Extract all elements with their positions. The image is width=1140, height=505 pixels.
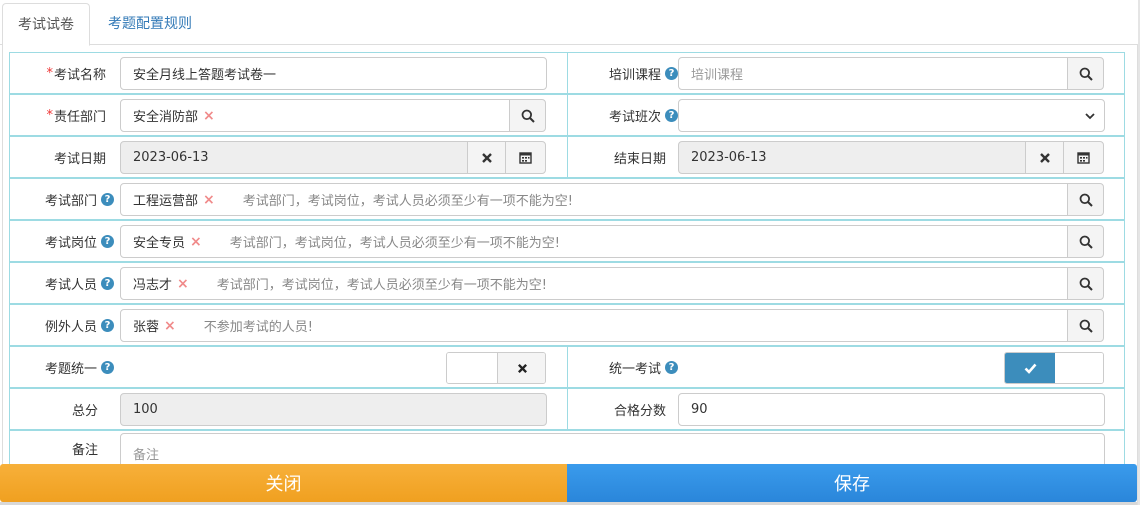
form-row: 考试日期 2023-06-13 结束日期 2023-06-13 — [9, 136, 1125, 178]
exam-date-label: 考试日期 — [53, 151, 106, 167]
search-icon — [1079, 67, 1093, 81]
question-circle-icon[interactable]: ? — [101, 276, 114, 290]
search-button[interactable] — [1067, 309, 1104, 342]
end-date-label: 结束日期 — [613, 151, 666, 167]
passing-score-label: 合格分数 — [613, 403, 666, 419]
form-row: 总分 100 合格分数 90 — [9, 388, 1125, 430]
exam-dept-input[interactable]: 工程运营部 × 考试部门，考试岗位，考试人员必须至少有一项不能为空! — [120, 183, 1068, 216]
tag-remove-icon[interactable]: × — [164, 318, 176, 334]
question-circle-icon[interactable]: ? — [665, 66, 678, 80]
save-button[interactable]: 保存 — [567, 464, 1137, 502]
search-button[interactable] — [1067, 267, 1104, 300]
tag-remove-icon[interactable]: × — [203, 192, 215, 208]
tab-question-rules[interactable]: 考题配置规则 — [92, 3, 208, 46]
search-icon — [1079, 235, 1093, 249]
calendar-button[interactable] — [1063, 141, 1104, 174]
training-course-label: 培训课程? — [609, 53, 678, 93]
unified-exam-toggle[interactable] — [1004, 352, 1104, 384]
search-button[interactable] — [509, 99, 546, 132]
search-button[interactable] — [1067, 57, 1104, 90]
tab-bar: 考试试卷 考题配置规则 — [0, 0, 1140, 46]
form-row: 考试部门? 工程运营部 × 考试部门，考试岗位，考试人员必须至少有一项不能为空! — [9, 178, 1125, 220]
search-icon — [1079, 319, 1093, 333]
exam-form: * 考试名称 安全月线上答题考试卷一 培训课程? 培训课程 * 责任部门 安全消防部… — [9, 52, 1125, 472]
exam-date-input[interactable]: 2023-06-13 — [120, 141, 468, 174]
search-icon — [1079, 193, 1093, 207]
selected-tag: 工程运营部 × — [133, 191, 215, 210]
clear-button[interactable] — [1025, 141, 1064, 174]
tab-exam-paper[interactable]: 考试试卷 — [2, 3, 90, 46]
form-row: 考题统一? 统一考试? — [9, 346, 1125, 388]
selected-tag: 冯志才 × — [133, 275, 189, 294]
tag-remove-icon[interactable]: × — [177, 276, 189, 292]
question-circle-icon[interactable]: ? — [101, 192, 114, 206]
exam-session-label: 考试班次? — [609, 95, 678, 135]
calendar-icon — [519, 152, 532, 164]
times-icon — [517, 363, 528, 373]
exam-person-input[interactable]: 冯志才 × 考试部门，考试岗位，考试人员必须至少有一项不能为空! — [120, 267, 1068, 300]
unified-questions-toggle[interactable] — [446, 352, 546, 384]
question-circle-icon[interactable]: ? — [101, 318, 114, 332]
check-icon — [1024, 363, 1036, 374]
form-row: * 责任部门 安全消防部 × 考试班次? — [9, 94, 1125, 136]
calendar-button[interactable] — [505, 141, 546, 174]
excluded-person-label: 例外人员? — [45, 305, 114, 345]
selected-tag: 安全专员 × — [133, 233, 202, 252]
search-button[interactable] — [1067, 225, 1104, 258]
unified-exam-label: 统一考试? — [609, 347, 678, 387]
search-icon — [521, 109, 535, 123]
question-circle-icon[interactable]: ? — [101, 360, 114, 374]
tag-remove-icon[interactable]: × — [190, 234, 202, 250]
exam-dept-label: 考试部门? — [45, 179, 114, 219]
form-row: 考试人员? 冯志才 × 考试部门，考试岗位，考试人员必须至少有一项不能为空! — [9, 262, 1125, 304]
selected-tag: 张蓉 × — [133, 317, 176, 336]
unified-questions-label: 考题统一? — [45, 347, 114, 387]
search-icon — [1079, 277, 1093, 291]
exam-name-input[interactable]: 安全月线上答题考试卷一 — [120, 57, 547, 90]
times-icon — [481, 152, 492, 163]
responsible-dept-label: * 责任部门 — [46, 107, 106, 125]
exam-session-select[interactable] — [678, 99, 1105, 132]
form-row: * 考试名称 安全月线上答题考试卷一 培训课程? 培训课程 — [9, 52, 1125, 94]
calendar-icon — [1077, 152, 1090, 164]
exam-post-input[interactable]: 安全专员 × 考试部门，考试岗位，考试人员必须至少有一项不能为空! — [120, 225, 1068, 258]
clear-button[interactable] — [467, 141, 506, 174]
responsible-dept-input[interactable]: 安全消防部 × — [120, 99, 510, 132]
question-circle-icon[interactable]: ? — [665, 108, 678, 122]
training-course-input[interactable]: 培训课程 — [678, 57, 1068, 90]
passing-score-input[interactable]: 90 — [678, 393, 1105, 426]
excluded-person-input[interactable]: 张蓉 × 不参加考试的人员! — [120, 309, 1068, 342]
exam-person-label: 考试人员? — [45, 263, 114, 303]
form-row: 例外人员? 张蓉 × 不参加考试的人员! — [9, 304, 1125, 346]
end-date-input[interactable]: 2023-06-13 — [678, 141, 1026, 174]
times-icon — [1039, 152, 1050, 163]
chevron-down-icon — [1085, 113, 1095, 120]
exam-name-label: * 考试名称 — [46, 65, 106, 83]
total-score-input[interactable]: 100 — [120, 393, 547, 426]
form-row: 考试岗位? 安全专员 × 考试部门，考试岗位，考试人员必须至少有一项不能为空! — [9, 220, 1125, 262]
question-circle-icon[interactable]: ? — [665, 360, 678, 374]
action-bar: 关闭 保存 — [0, 464, 1137, 502]
close-button[interactable]: 关闭 — [0, 464, 567, 502]
exam-post-label: 考试岗位? — [45, 221, 114, 261]
total-score-label: 总分 — [71, 403, 98, 419]
remarks-label: 备注 — [71, 443, 98, 458]
tag-remove-icon[interactable]: × — [203, 108, 215, 124]
question-circle-icon[interactable]: ? — [101, 234, 114, 248]
selected-tag: 安全消防部 × — [133, 107, 215, 126]
search-button[interactable] — [1067, 183, 1104, 216]
